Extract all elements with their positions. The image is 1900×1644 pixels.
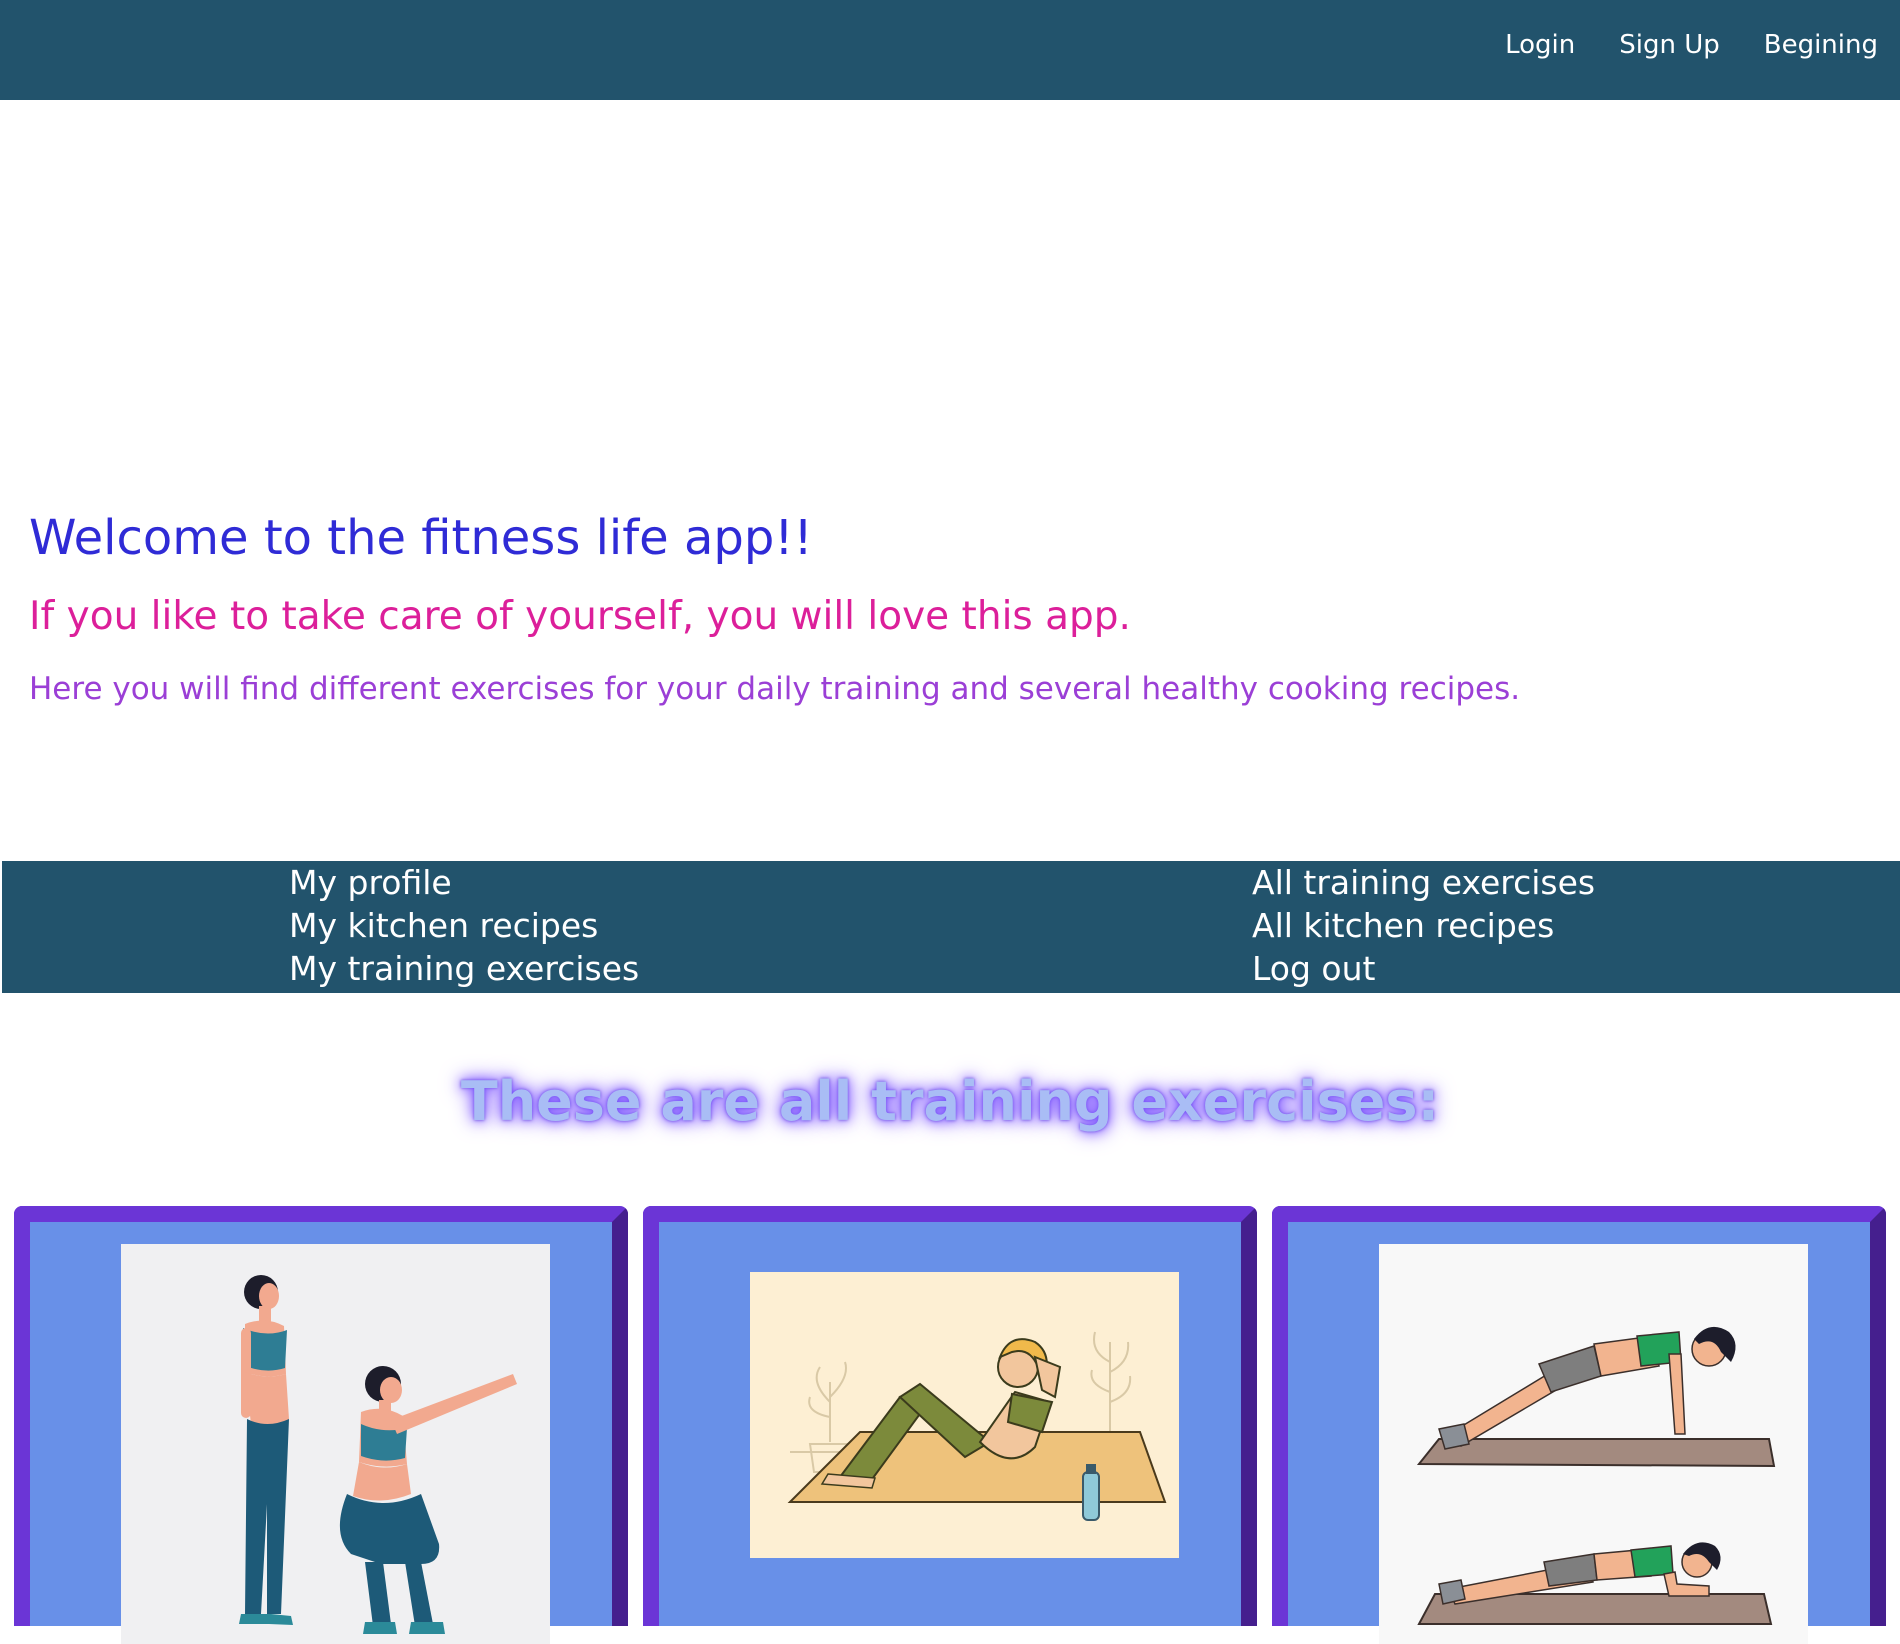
exercise-card-crunch[interactable] [643, 1206, 1257, 1626]
exercise-card-plank[interactable] [1272, 1206, 1886, 1644]
top-navbar: Login Sign Up Begining [0, 0, 1900, 100]
plank-illustration [1416, 1326, 1776, 1625]
my-training-exercises-link[interactable]: My training exercises [289, 947, 639, 990]
welcome-title: Welcome to the fitness life app!! [29, 510, 813, 566]
user-menu-left: My profile My kitchen recipes My trainin… [289, 861, 639, 990]
welcome-description: Here you will find different exercises f… [29, 671, 1521, 707]
exercises-section-title: These are all training exercises: [460, 1070, 1440, 1133]
all-kitchen-recipes-link[interactable]: All kitchen recipes [1252, 904, 1595, 947]
exercise-card-squat[interactable] [14, 1206, 628, 1644]
exercise-cards [14, 1206, 1886, 1644]
signup-link[interactable]: Sign Up [1619, 30, 1720, 60]
top-nav-links: Login Sign Up Begining [1505, 30, 1878, 60]
user-menu-bar: My profile My kitchen recipes My trainin… [2, 861, 1900, 993]
crunch-exercise-image[interactable] [750, 1272, 1179, 1558]
squat-exercise-image[interactable] [121, 1244, 550, 1644]
welcome-section: Welcome to the fitness life app!! If you… [29, 510, 1869, 707]
welcome-subtitle: If you like to take care of yourself, yo… [29, 594, 1131, 639]
all-training-exercises-link[interactable]: All training exercises [1252, 861, 1595, 904]
crunch-illustration [787, 1331, 1167, 1521]
plank-exercise-image[interactable] [1379, 1244, 1808, 1644]
log-out-link[interactable]: Log out [1252, 947, 1595, 990]
squat-illustration [239, 1275, 517, 1634]
my-kitchen-recipes-link[interactable]: My kitchen recipes [289, 904, 639, 947]
begining-link[interactable]: Begining [1764, 30, 1878, 60]
my-profile-link[interactable]: My profile [289, 861, 639, 904]
user-menu-right: All training exercises All kitchen recip… [1252, 861, 1595, 990]
login-link[interactable]: Login [1505, 30, 1575, 60]
